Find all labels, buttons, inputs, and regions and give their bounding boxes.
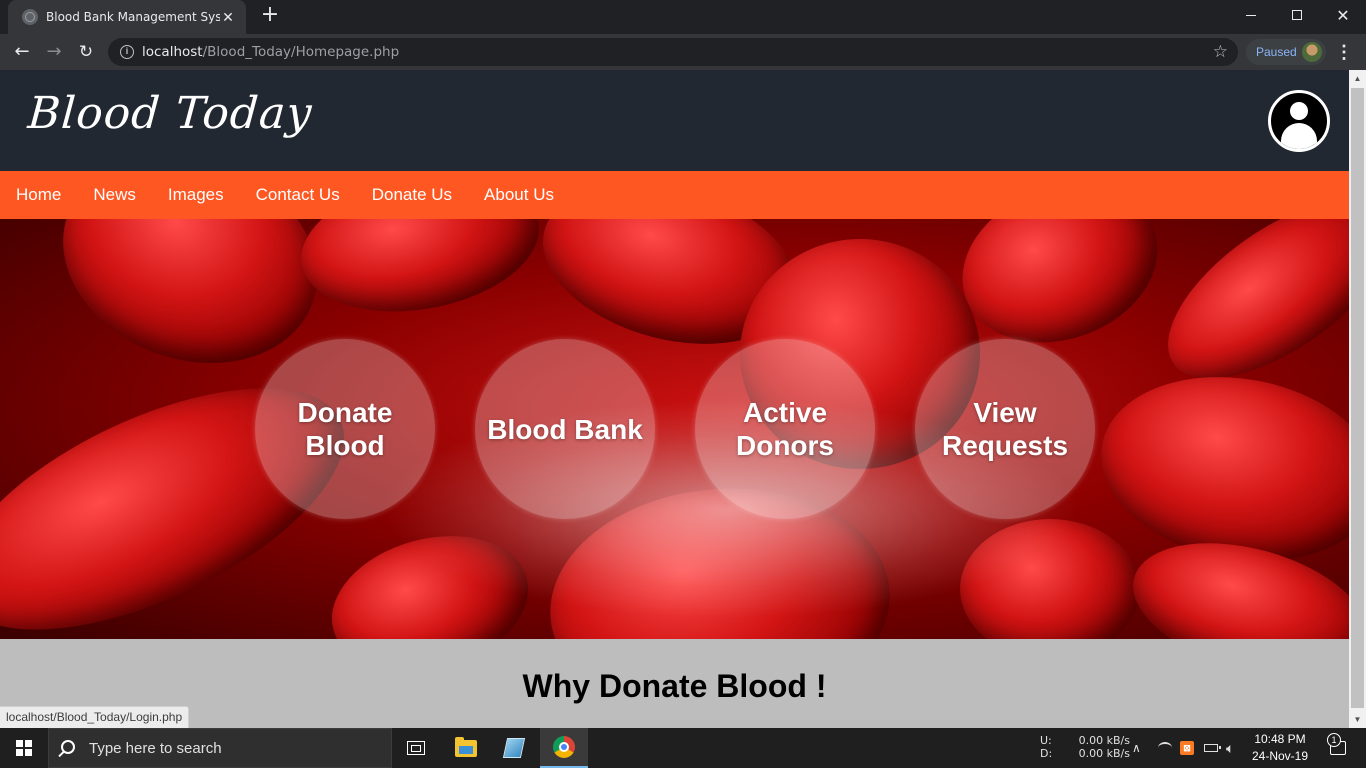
nav-news[interactable]: News [93,185,136,205]
user-account-icon[interactable] [1268,90,1330,152]
link-status-url: localhost/Blood_Today/Login.php [0,706,190,728]
battery-icon [1204,744,1221,752]
chevron-up-icon: ∧ [1132,741,1141,755]
network-tray-button[interactable] [1158,728,1174,768]
scrollbar-thumb[interactable] [1351,88,1364,708]
page-scrollbar[interactable]: ▲ ▼ [1349,70,1366,728]
task-view-icon [407,741,425,755]
url-text: localhost/Blood_Today/Homepage.php [142,44,400,60]
browser-tab[interactable]: Blood Bank Management System ✕ [8,0,246,34]
chrome-taskbar-button[interactable] [540,728,588,768]
taskbar-clock[interactable]: 10:48 PM 24-Nov-19 [1250,731,1310,765]
app-icon [502,738,526,758]
bookmark-star-icon[interactable]: ☆ [1213,42,1228,62]
windows-logo-icon [16,740,32,756]
profile-status: Paused [1256,45,1297,59]
nav-donate-us[interactable]: Donate Us [372,185,452,205]
task-view-button[interactable] [392,728,440,768]
close-window-button[interactable]: ✕ [1320,0,1366,30]
battery-tray-button[interactable] [1204,728,1222,768]
notification-count-badge: 1 [1327,733,1341,747]
speaker-icon: 🔈︎ [1226,739,1235,756]
clock-date: 24-Nov-19 [1251,749,1309,763]
nav-home[interactable]: Home [16,185,61,205]
close-icon[interactable]: ✕ [220,9,236,26]
restore-icon [1292,10,1302,20]
arrow-right-icon: → [46,41,62,62]
taskbar-search[interactable]: Type here to search [48,728,392,768]
taskbar-app-button[interactable] [490,728,538,768]
nav-about-us[interactable]: About Us [484,185,554,205]
file-explorer-button[interactable] [442,728,490,768]
nav-contact-us[interactable]: Contact Us [256,185,340,205]
taskbar: Type here to search U: 0.00 kB/s D: 0.00 k… [0,728,1366,768]
minimize-button[interactable] [1228,0,1274,30]
close-icon: ✕ [1336,5,1350,25]
donate-blood-button[interactable]: Donate Blood [255,339,435,519]
site-header: Blood Today [0,70,1349,171]
show-hidden-icons-button[interactable]: ∧ [1132,728,1148,768]
main-nav: Home News Images Contact Us Donate Us Ab… [0,171,1349,219]
nav-images[interactable]: Images [168,185,224,205]
scroll-up-arrow-icon[interactable]: ▲ [1349,70,1366,87]
section-title: Why Donate Blood ! [522,668,827,704]
browser-toolbar: ← → ↻ i localhost/Blood_Today/Homepage.p… [0,34,1366,70]
browser-menu-button[interactable]: ⋮ [1334,40,1354,64]
tab-title: Blood Bank Management System [46,10,220,24]
profile-button[interactable]: Paused [1246,39,1326,65]
search-placeholder: Type here to search [89,739,222,757]
browser-tabstrip: Blood Bank Management System ✕ + ✕ [0,0,1366,34]
new-tab-button[interactable]: + [258,4,282,28]
start-button[interactable] [0,728,48,768]
reload-icon: ↻ [78,42,94,62]
address-bar[interactable]: i localhost/Blood_Today/Homepage.php ☆ [108,38,1238,66]
arrow-left-icon: ← [14,41,30,62]
page-viewport: Blood Today Home News Images Contact Us … [0,70,1366,728]
restore-button[interactable] [1274,0,1320,30]
xampp-icon: ⊠ [1180,741,1194,755]
reload-button[interactable]: ↻ [74,40,98,64]
action-center-button[interactable]: 1 [1318,728,1358,768]
forward-button[interactable]: → [42,40,66,64]
back-button[interactable]: ← [10,40,34,64]
clock-time: 10:48 PM [1254,732,1306,746]
wifi-icon [1158,742,1172,754]
view-requests-button[interactable]: View Requests [915,339,1095,519]
globe-icon [22,9,38,25]
site-logo[interactable]: Blood Today [26,88,314,139]
active-donors-button[interactable]: Active Donors [695,339,875,519]
scroll-down-arrow-icon[interactable]: ▼ [1349,711,1366,728]
search-icon [61,740,75,754]
network-meter: U: 0.00 kB/s D: 0.00 kB/s [1040,734,1130,760]
chrome-icon [553,736,575,758]
kebab-menu-icon: ⋮ [1335,42,1353,62]
hero-banner: Donate Blood Blood Bank Active Donors Vi… [0,219,1349,639]
xampp-tray-button[interactable]: ⊠ [1180,728,1196,768]
blood-bank-button[interactable]: Blood Bank [475,339,655,519]
info-icon[interactable]: i [120,45,134,59]
minimize-icon [1246,14,1256,16]
folder-icon [455,736,477,757]
volume-tray-button[interactable]: 🔈︎ [1226,728,1244,768]
avatar [1302,42,1322,62]
